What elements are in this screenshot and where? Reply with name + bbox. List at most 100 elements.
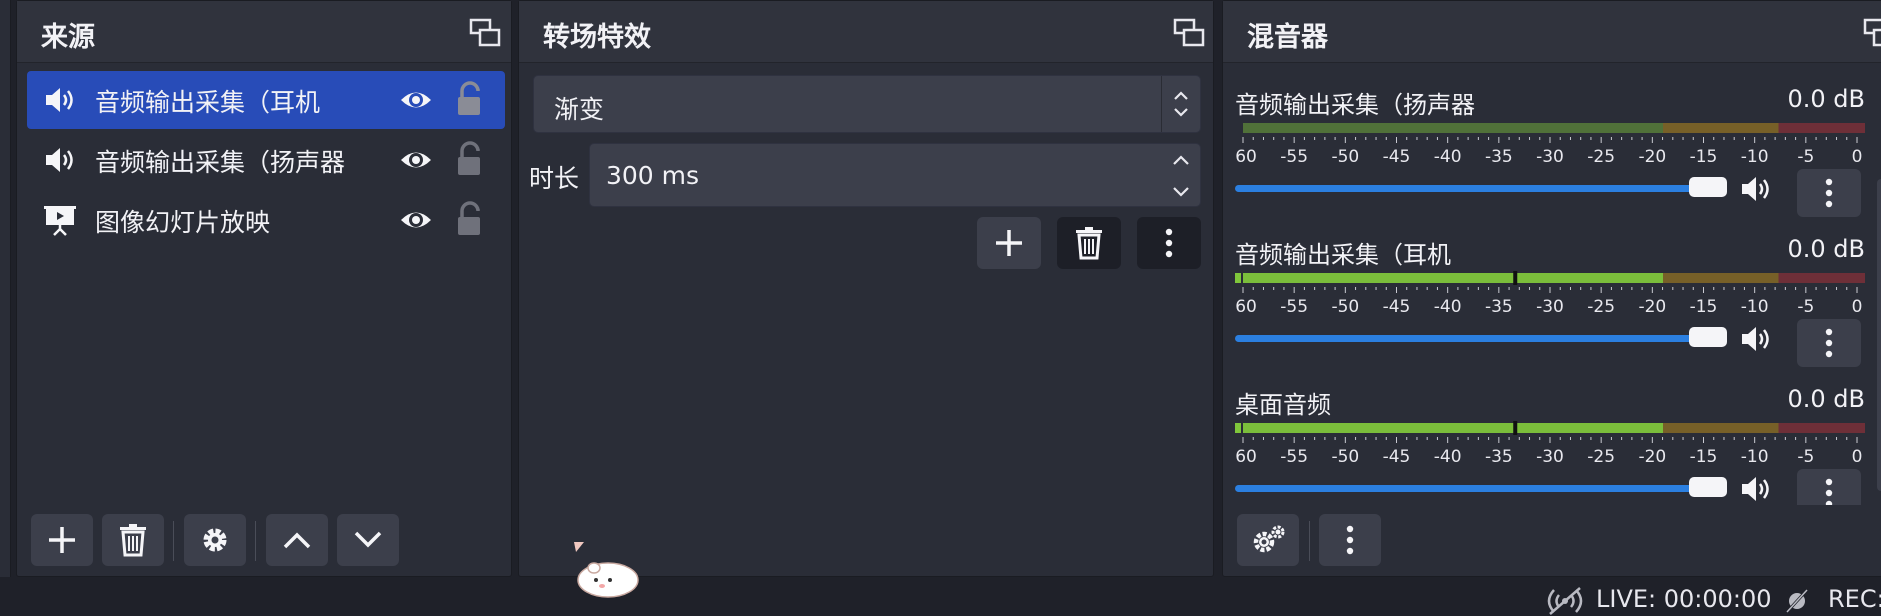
sources-title: 来源 — [41, 22, 95, 53]
add-transition-button[interactable] — [977, 217, 1041, 269]
mute-speaker-icon[interactable] — [1739, 471, 1775, 505]
chevron-up-icon — [283, 532, 311, 549]
duration-spin-down[interactable] — [1162, 176, 1200, 208]
gear-icon — [203, 528, 227, 552]
meter-peak-marker — [1513, 271, 1518, 285]
hamster-sticker-icon — [574, 542, 639, 598]
toolbar-separator — [173, 521, 174, 561]
kebab-menu-icon — [1165, 228, 1173, 258]
volume-fader-track[interactable] — [1235, 335, 1715, 342]
visibility-eye-icon[interactable] — [399, 85, 433, 115]
live-stream-icon — [1547, 587, 1583, 615]
duration-spinbox[interactable]: 300 ms — [589, 143, 1201, 207]
channel-name: 音频输出采集（耳机 — [1235, 241, 1451, 269]
unlocked-lock-icon[interactable] — [454, 141, 484, 177]
sources-dock: 来源 音频输出采集（耳机 音频输出采集（扬声器 图像幻灯片放映 — [16, 0, 512, 577]
undock-icon[interactable] — [469, 17, 501, 49]
source-item-slideshow[interactable]: 图像幻灯片放映 — [27, 191, 505, 249]
trash-icon — [120, 524, 146, 557]
scale-tick-label: 0 — [1852, 147, 1863, 165]
channel-db-readout: 0.0 dB — [1787, 235, 1866, 263]
chevron-up-icon — [1173, 155, 1189, 165]
scale-tick-label: -25 — [1587, 147, 1615, 165]
channel-menu-button[interactable] — [1797, 319, 1861, 367]
mute-speaker-icon[interactable] — [1739, 321, 1775, 357]
mute-speaker-icon[interactable] — [1739, 171, 1775, 207]
scale-tick-label: -5 — [1797, 147, 1814, 165]
slideshow-icon — [44, 206, 76, 236]
channel-menu-button[interactable] — [1797, 169, 1861, 217]
transition-more-button[interactable] — [1137, 217, 1201, 269]
meter-segment — [1243, 273, 1663, 283]
scale-tick-label: -45 — [1383, 297, 1411, 315]
mixer-title: 混音器 — [1247, 22, 1328, 53]
scale-tick-label: -50 — [1331, 147, 1359, 165]
meter-segment — [1778, 273, 1865, 283]
undock-icon[interactable] — [1173, 17, 1205, 49]
unlocked-lock-icon[interactable] — [454, 81, 484, 117]
volume-meter — [1235, 421, 1865, 435]
transition-select[interactable]: 渐变 — [533, 75, 1201, 133]
source-label: 图像幻灯片放映 — [95, 208, 271, 237]
visibility-eye-icon[interactable] — [399, 145, 433, 175]
volume-fader-track[interactable] — [1235, 185, 1715, 192]
scale-tick-label: 0 — [1852, 447, 1863, 465]
plus-icon — [996, 230, 1022, 256]
scale-tick-label: -60 — [1235, 297, 1257, 315]
toolbar-separator — [255, 521, 256, 561]
mixer-dock-title-bar[interactable]: 混音器 — [1223, 1, 1881, 63]
scale-tick-label: -50 — [1331, 297, 1359, 315]
unlocked-lock-icon[interactable] — [454, 201, 484, 237]
undock-icon[interactable] — [1863, 17, 1881, 49]
chevron-down-icon — [354, 531, 382, 548]
volume-fader-handle[interactable] — [1689, 177, 1727, 197]
remove-source-button[interactable] — [102, 514, 164, 566]
meter-segment — [1663, 423, 1779, 433]
meter-segment — [1778, 423, 1865, 433]
scale-tick-label: -55 — [1280, 447, 1308, 465]
volume-meter — [1235, 271, 1865, 285]
remove-transition-button[interactable] — [1057, 217, 1121, 269]
source-properties-button[interactable] — [184, 514, 246, 566]
visibility-eye-icon[interactable] — [399, 205, 433, 235]
meter-scale: -60-55-50-45-40-35-30-25-20-15-10-50 — [1235, 137, 1863, 165]
move-source-down-button[interactable] — [337, 514, 399, 566]
speaker-icon — [46, 148, 73, 172]
chevron-down-icon — [1173, 187, 1189, 197]
plus-icon — [49, 527, 75, 553]
rec-status: REC: — [1828, 585, 1881, 613]
scale-tick-label: -60 — [1235, 147, 1257, 165]
meter-segment — [1663, 123, 1779, 133]
duration-spin-up[interactable] — [1162, 144, 1200, 176]
scale-tick-label: -5 — [1797, 447, 1814, 465]
add-source-button[interactable] — [31, 514, 93, 566]
scale-tick-label: -15 — [1690, 147, 1718, 165]
mixer-channel: 音频输出采集（耳机0.0 dB-60-55-50-45-40-35-30-25-… — [1223, 235, 1881, 385]
source-item-headphones[interactable]: 音频输出采集（耳机 — [27, 71, 505, 129]
scale-tick-label: 0 — [1852, 297, 1863, 315]
mixer-channel: 桌面音频0.0 dB-60-55-50-45-40-35-30-25-20-15… — [1223, 385, 1881, 505]
source-item-speaker[interactable]: 音频输出采集（扬声器 — [27, 131, 505, 189]
channel-menu-button[interactable] — [1797, 469, 1861, 505]
live-status: LIVE: 00:00:00 — [1596, 585, 1772, 613]
scale-tick-label: -20 — [1638, 147, 1666, 165]
channel-db-readout: 0.0 dB — [1787, 85, 1866, 113]
move-source-up-button[interactable] — [266, 514, 328, 566]
scale-tick-label: -35 — [1485, 147, 1513, 165]
mixer-channel-list: 音频输出采集（扬声器0.0 dB-60-55-50-45-40-35-30-25… — [1223, 85, 1881, 505]
sources-dock-title-bar[interactable]: 来源 — [17, 1, 511, 63]
meter-level-indicator — [1235, 423, 1241, 433]
mixer-more-button[interactable] — [1319, 514, 1381, 566]
duration-label: 时长 — [529, 164, 580, 193]
transitions-dock-title-bar[interactable]: 转场特效 — [519, 1, 1213, 63]
transition-select-value: 渐变 — [554, 95, 605, 124]
mixer-scrollbar[interactable] — [1877, 179, 1881, 491]
left-edge-dock — [0, 0, 11, 577]
scale-tick-label: -30 — [1536, 447, 1564, 465]
volume-fader-handle[interactable] — [1689, 327, 1727, 347]
volume-fader-handle[interactable] — [1689, 477, 1727, 497]
advanced-audio-properties-button[interactable] — [1237, 514, 1299, 566]
sources-list[interactable]: 音频输出采集（耳机 音频输出采集（扬声器 图像幻灯片放映 — [17, 71, 513, 251]
meter-segment — [1243, 123, 1663, 133]
volume-fader-track[interactable] — [1235, 485, 1715, 492]
